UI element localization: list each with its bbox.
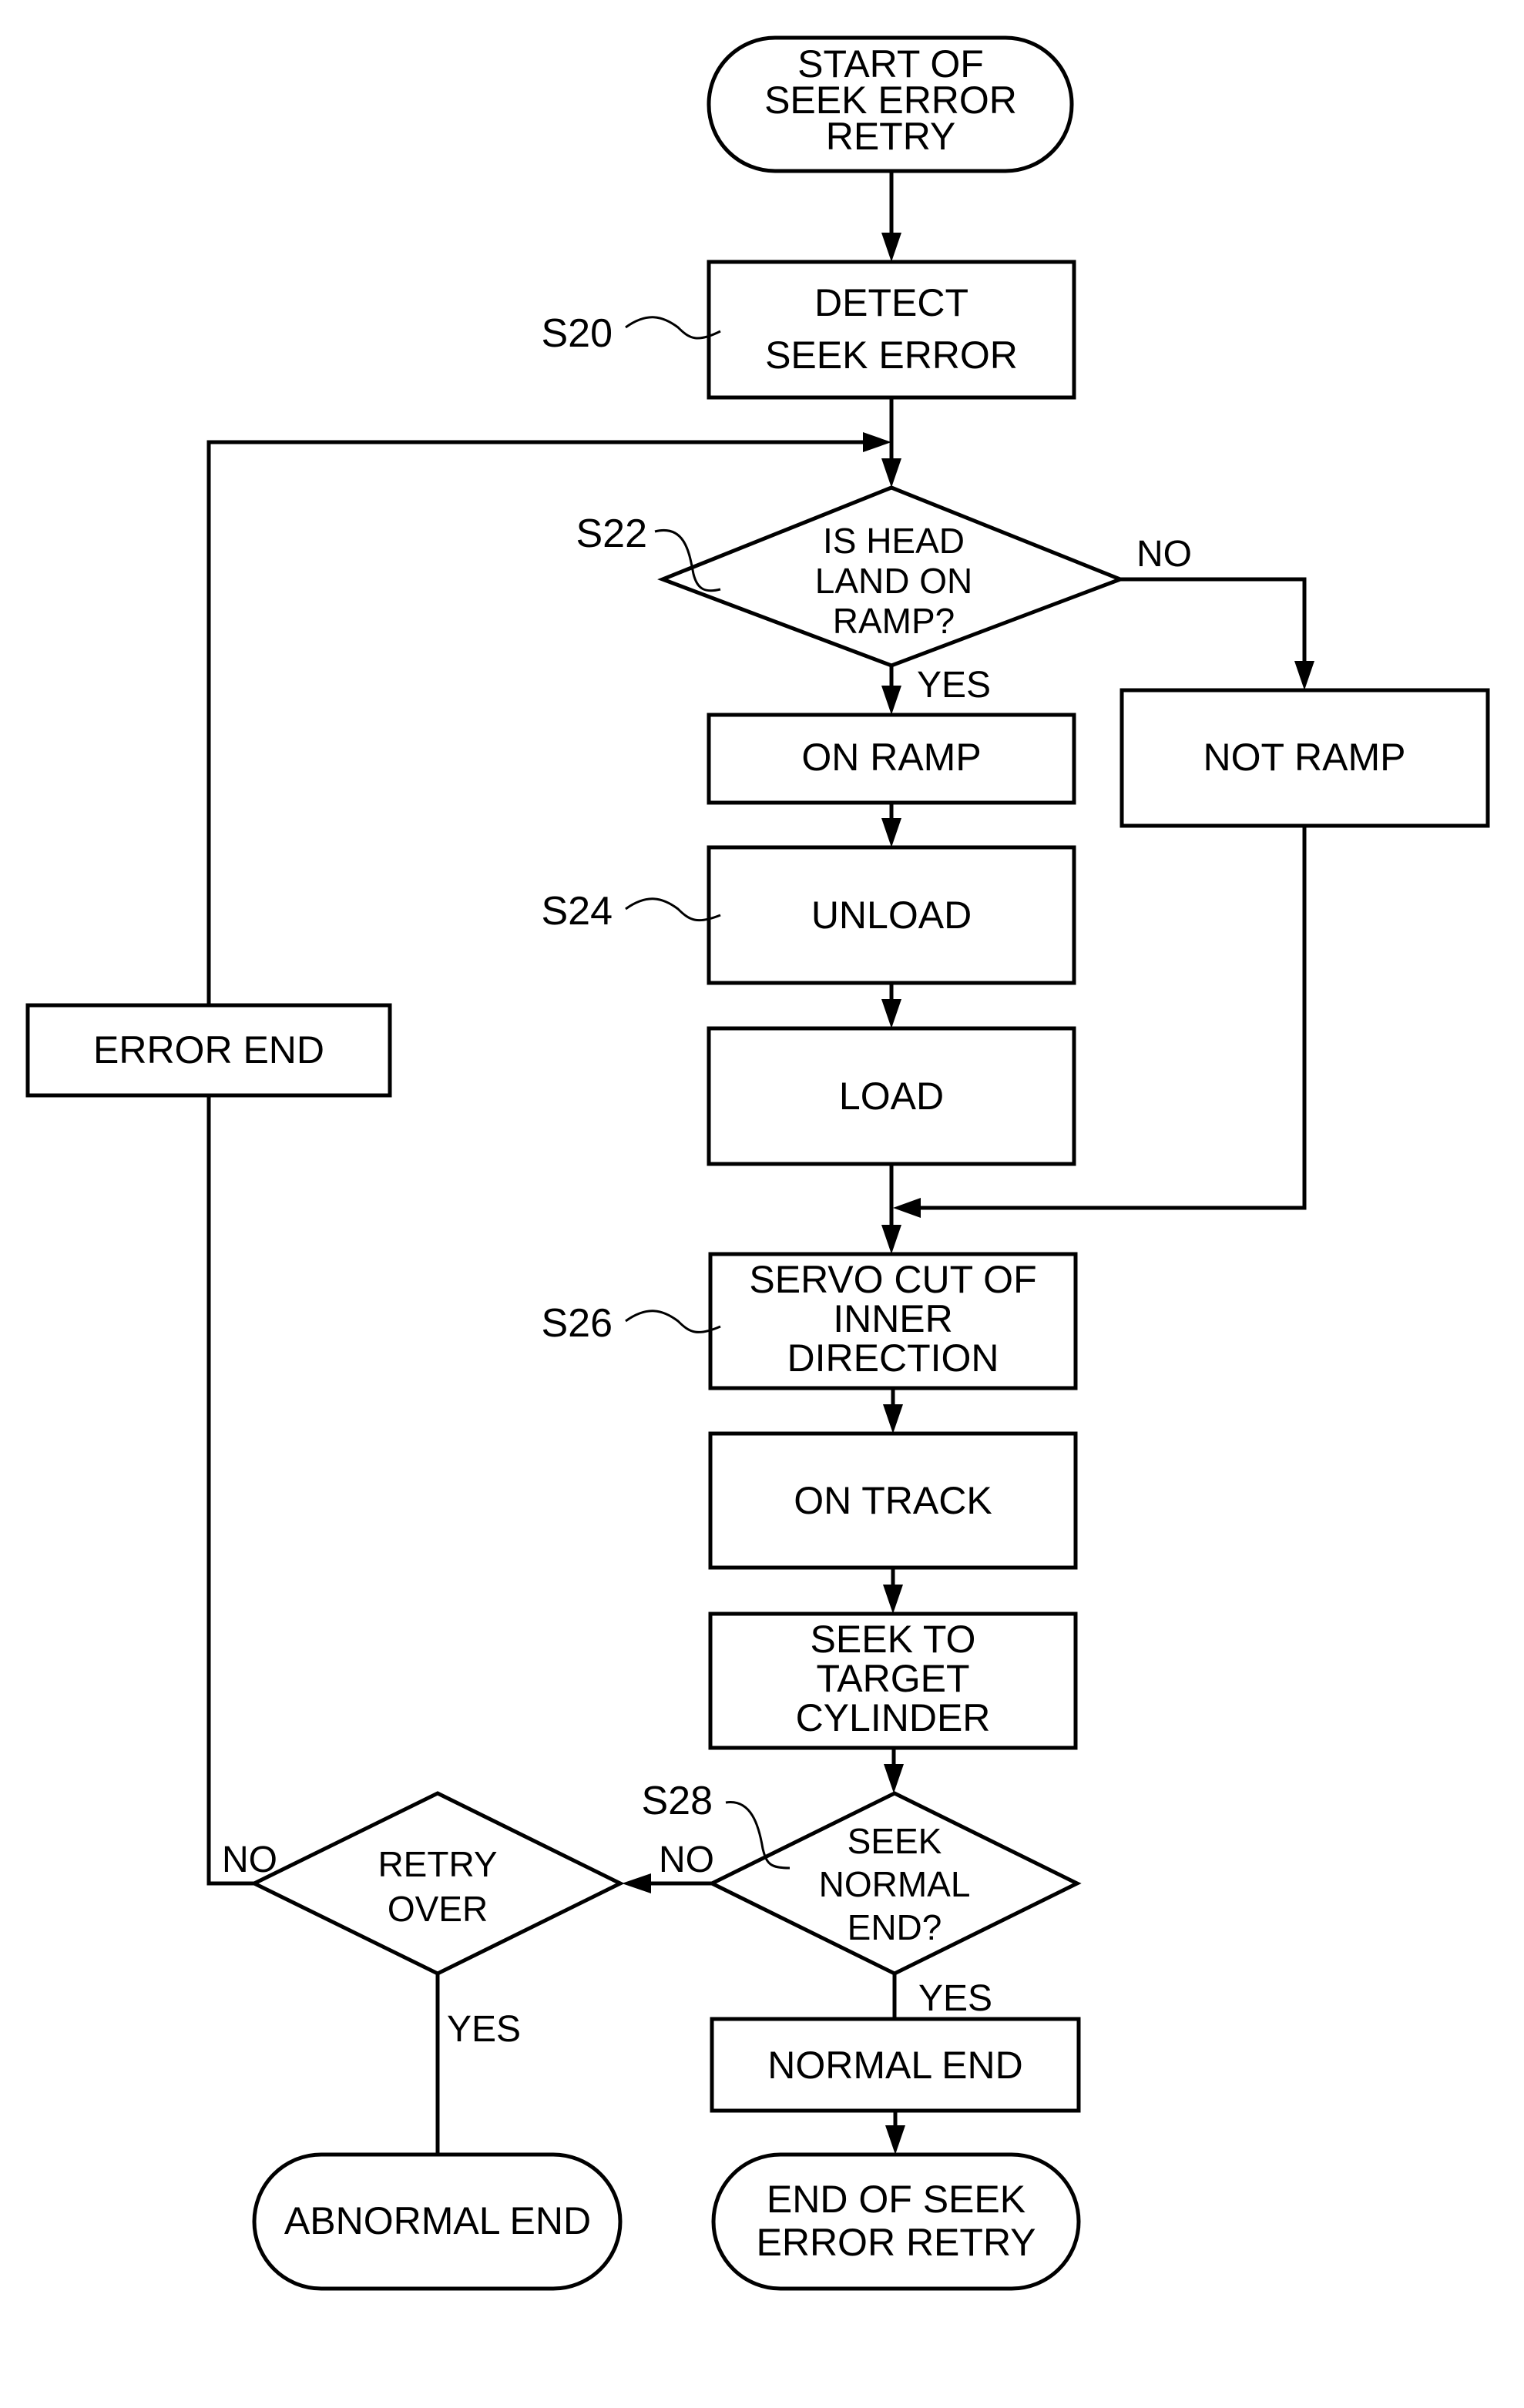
servo-line-1: SERVO CUT OF xyxy=(749,1258,1036,1301)
arrowhead xyxy=(881,458,901,488)
arrowhead xyxy=(885,2125,905,2155)
arrowhead xyxy=(881,818,901,847)
end-line-1: END OF SEEK xyxy=(767,2178,1026,2221)
error-end-box: ERROR END xyxy=(25,1003,392,1098)
leader-s20 xyxy=(625,316,721,340)
seekto-line-1: SEEK TO xyxy=(811,1618,976,1661)
seekto-line-2: TARGET xyxy=(816,1657,969,1700)
servo-line-2: INNER xyxy=(833,1297,953,1340)
arrowhead xyxy=(881,233,901,262)
arrowhead xyxy=(881,1225,901,1254)
retry-yes-label: YES xyxy=(447,2009,521,2050)
error-end-label: ERROR END xyxy=(93,1028,324,1072)
unload-label: UNLOAD xyxy=(811,894,972,937)
retry-no-label: NO xyxy=(222,1840,277,1880)
on-track-box: ON TRACK xyxy=(708,1431,1078,1570)
step-label-s22: S22 xyxy=(576,511,647,556)
arrowhead xyxy=(893,1198,921,1218)
s22-yes-label: YES xyxy=(917,665,991,706)
on-ramp-label: ON RAMP xyxy=(801,736,981,779)
servo-cut-box: SERVO CUT OF INNER DIRECTION xyxy=(708,1252,1078,1390)
arrowhead xyxy=(863,432,891,452)
step-label-s26: S26 xyxy=(541,1301,613,1346)
start-line-3: RETRY xyxy=(826,115,956,158)
seek-normal-end-decision: SEEK NORMAL END? xyxy=(707,1791,1082,1976)
on-track-label: ON TRACK xyxy=(794,1479,992,1522)
arrowhead xyxy=(881,686,901,715)
on-ramp-box: ON RAMP xyxy=(707,713,1076,805)
arrowhead xyxy=(884,1764,904,1793)
s22-line-3: RAMP? xyxy=(833,601,955,641)
s28-line-3: END? xyxy=(848,1907,942,1947)
not-ramp-box: NOT RAMP xyxy=(1120,688,1490,828)
step-label-s24: S24 xyxy=(541,889,613,934)
seekto-line-3: CYLINDER xyxy=(796,1696,991,1739)
detect-line-2: SEEK ERROR xyxy=(765,334,1018,377)
s22-no-label: NO xyxy=(1136,534,1192,575)
retry-line-2: OVER xyxy=(388,1889,488,1929)
detect-seek-error-box: DETECT SEEK ERROR xyxy=(707,260,1076,400)
flowchart: START OF SEEK ERROR RETRY DETECT SEEK ER… xyxy=(25,35,1490,2291)
arrowhead xyxy=(622,1873,651,1893)
seek-to-target-box: SEEK TO TARGET CYLINDER xyxy=(708,1611,1078,1750)
step-label-s28: S28 xyxy=(641,1779,713,1823)
s22-line-2: LAND ON xyxy=(815,561,972,601)
detect-line-1: DETECT xyxy=(814,281,968,324)
arrowhead xyxy=(883,1404,903,1434)
s28-no-label: NO xyxy=(659,1840,714,1880)
end-terminal: END OF SEEK ERROR RETRY xyxy=(711,2152,1081,2291)
end-line-2: ERROR RETRY xyxy=(756,2221,1036,2264)
servo-line-3: DIRECTION xyxy=(787,1336,999,1380)
normal-end-box: NORMAL END xyxy=(710,2017,1081,2113)
edge-s22-no xyxy=(1120,577,1307,667)
normal-end-label: NORMAL END xyxy=(767,2044,1023,2087)
s28-line-2: NORMAL xyxy=(819,1864,971,1904)
leader-s26 xyxy=(625,1310,721,1333)
arrowhead xyxy=(881,999,901,1028)
s28-line-1: SEEK xyxy=(848,1821,942,1861)
s22-line-1: IS HEAD xyxy=(823,521,965,561)
not-ramp-label: NOT RAMP xyxy=(1203,736,1406,779)
load-box: LOAD xyxy=(707,1026,1076,1166)
start-terminal: START OF SEEK ERROR RETRY xyxy=(707,35,1074,173)
step-label-s20: S20 xyxy=(541,311,613,356)
abnormal-end-terminal: ABNORMAL END xyxy=(252,2152,623,2291)
abnormal-end-label: ABNORMAL END xyxy=(284,2199,591,2242)
leader-s24 xyxy=(625,897,721,922)
s28-yes-label: YES xyxy=(918,1978,992,2019)
arrowhead xyxy=(1294,661,1314,690)
is-head-land-on-ramp-decision: IS HEAD LAND ON RAMP? xyxy=(657,485,1126,668)
edge-retry-no xyxy=(206,1095,254,1886)
load-label: LOAD xyxy=(839,1075,944,1118)
arrowhead xyxy=(883,1585,903,1614)
unload-box: UNLOAD xyxy=(707,845,1076,985)
retry-over-decision: RETRY OVER xyxy=(250,1791,625,1976)
retry-line-1: RETRY xyxy=(378,1844,497,1884)
